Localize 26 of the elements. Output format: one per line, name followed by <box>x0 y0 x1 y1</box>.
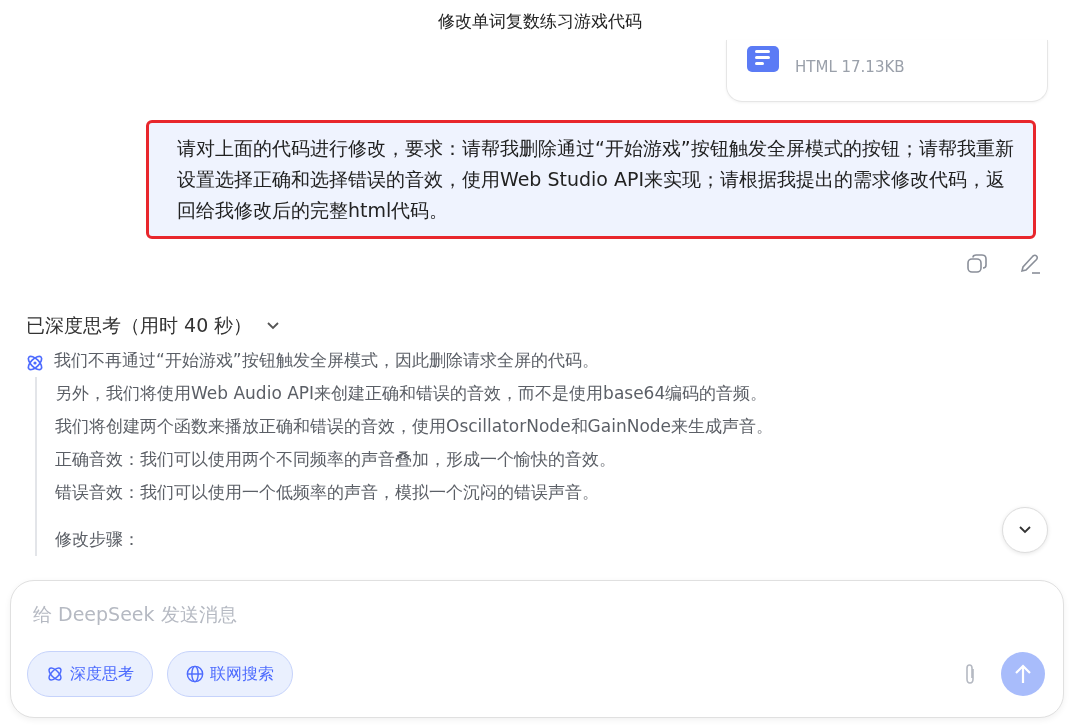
atom-icon <box>46 665 64 683</box>
window-title: 修改单词复数练习游戏代码 <box>437 10 643 33</box>
thinking-text: 正确音效：我们可以使用两个不同频率的声音叠加，形成一个愉快的音效。 <box>55 448 617 471</box>
thinking-text: 我们不再通过“开始游戏”按钮触发全屏模式，因此删除请求全屏的代码。 <box>54 349 600 372</box>
thinking-text: 错误音效：我们可以使用一个低频率的声音，模拟一个沉闷的错误声音。 <box>55 481 600 504</box>
thinking-text: 我们将创建两个函数来播放正确和错误的音效，使用OscillatorNode和GainNode来生成声音。 <box>55 415 774 438</box>
message-input[interactable]: 给 DeepSeek 发送消息 <box>27 599 1057 629</box>
chevron-icon <box>266 321 281 331</box>
document-icon <box>747 46 779 72</box>
copy-icon[interactable] <box>966 253 988 275</box>
atom-icon <box>25 353 45 373</box>
file-attachment-card[interactable]: HTML 17.13KB <box>726 40 1048 102</box>
thinking-text: 修改步骤： <box>55 528 141 551</box>
chevron-icon <box>1018 525 1032 535</box>
paperclip-icon[interactable] <box>963 663 977 685</box>
file-meta: HTML 17.13KB <box>795 58 905 76</box>
thinking-text: 另外，我们将使用Web Audio API来创建正确和错误的音效，而不是使用base64编码的音频。 <box>55 382 769 405</box>
thinking-toggle[interactable]: 已深度思考（用时 40 秒） <box>26 313 1080 339</box>
arrow-up-icon <box>1014 663 1032 685</box>
globe-icon <box>186 665 204 683</box>
toggle-button[interactable]: 联网搜索 <box>167 651 293 697</box>
toggle-button[interactable]: 深度思考 <box>27 651 153 697</box>
edit-icon[interactable] <box>1018 253 1042 275</box>
send-button[interactable] <box>1001 652 1045 696</box>
scroll-down-button[interactable] <box>1002 507 1048 553</box>
user-message: 请对上面的代码进行修改，要求：请帮我删除通过“开始游戏”按钮触发全屏模式的按钮；请帮我重新设置选择正确和选择错误的音效，使用Web Studio API来实现；请根据我提出的需求修改代码，返回给我修改后的完整html代码。 <box>146 120 1036 239</box>
